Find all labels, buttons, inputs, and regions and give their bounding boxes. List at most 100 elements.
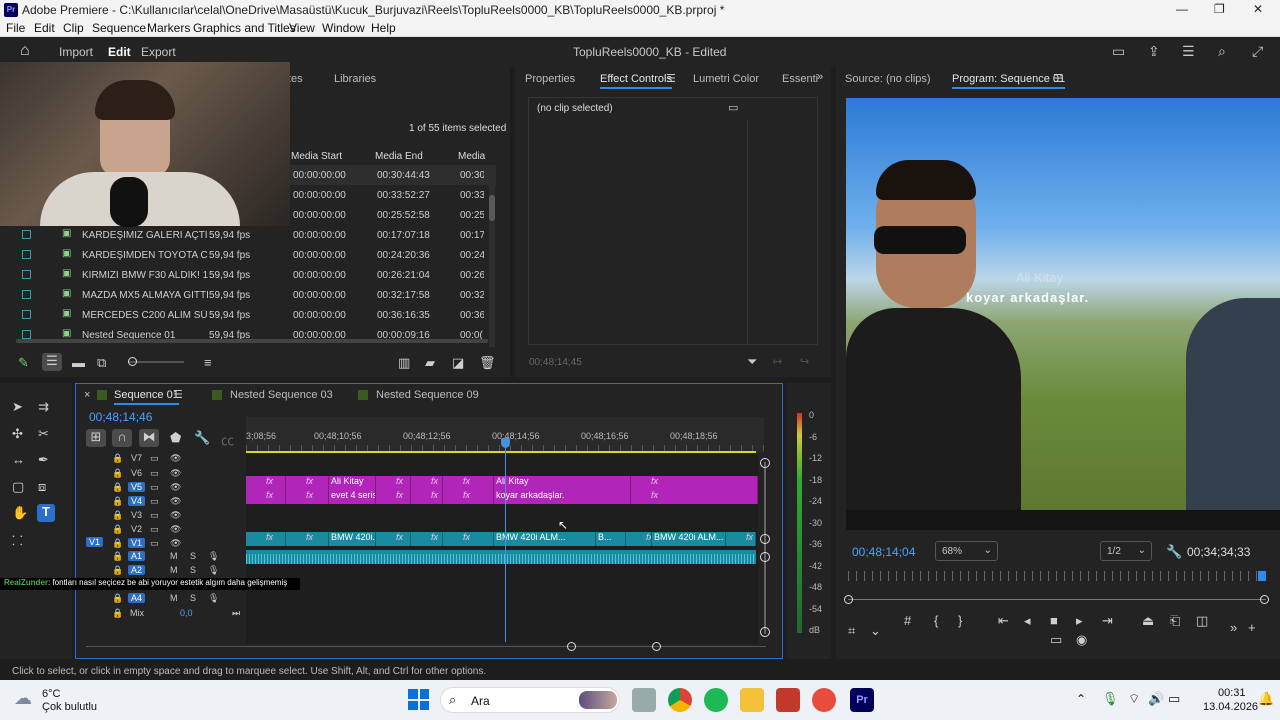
hscroll-handle-right[interactable]: [652, 642, 661, 651]
list-item[interactable]: ▣ MAZDA MX5 ALMAYA GİTTİ 59,94 fps 00:00:00…: [16, 285, 496, 305]
home-icon[interactable]: ⌂: [20, 42, 30, 60]
linked-selection-icon[interactable]: ⧓: [139, 429, 159, 447]
video-clip[interactable]: fx: [286, 476, 329, 490]
sort-icon[interactable]: ≡: [204, 355, 212, 370]
menu-file[interactable]: File: [6, 21, 25, 35]
timeline-timecode[interactable]: 00;48;14;46: [89, 410, 152, 424]
export-tab[interactable]: Export: [141, 45, 176, 59]
menu-window[interactable]: Window: [322, 21, 365, 35]
clock-time[interactable]: 00:31: [1218, 687, 1246, 699]
edit-tab[interactable]: Edit: [108, 45, 131, 59]
sync-lock-icon[interactable]: ▭: [150, 524, 159, 535]
microphone-icon[interactable]: 🎙: [208, 593, 219, 604]
video-clip[interactable]: koyar arkadaşlar.: [494, 490, 631, 504]
microphone-icon[interactable]: 🎙: [208, 551, 219, 562]
microphone-icon[interactable]: 🎙: [1102, 691, 1119, 707]
mark-in-icon[interactable]: {: [934, 613, 938, 628]
fullscreen-icon[interactable]: ⤢: [1252, 43, 1263, 60]
panel-toggle-icon[interactable]: ▭: [728, 101, 738, 114]
chrome-icon[interactable]: [668, 688, 692, 712]
eye-icon[interactable]: 👁: [170, 538, 181, 549]
share-icon[interactable]: ⇪: [1148, 43, 1160, 60]
pen-tool-icon[interactable]: ✒: [38, 452, 49, 468]
audio-track-header[interactable]: 🔒 A1 M S 🎙: [104, 550, 244, 564]
add-icon[interactable]: +: [1248, 620, 1256, 635]
snap-icon[interactable]: ∩: [112, 429, 132, 447]
track-select-icon[interactable]: ⇉: [38, 399, 49, 415]
program-ruler[interactable]: [848, 571, 1266, 581]
program-timecode[interactable]: 00;48;14;04: [852, 545, 915, 559]
export-frame-icon[interactable]: ▭: [1050, 632, 1062, 648]
extract-icon[interactable]: ⎗: [1170, 613, 1180, 629]
microphone-icon[interactable]: 🎙: [208, 565, 219, 576]
menu-clip[interactable]: Clip: [63, 21, 84, 35]
text-tool-icon[interactable]: T: [37, 504, 55, 522]
search-icon[interactable]: ⌕: [1218, 43, 1226, 60]
sequence-tab-menu-icon[interactable]: ☰: [173, 388, 183, 401]
tab-nested-sequence-03[interactable]: Nested Sequence 03: [230, 389, 333, 401]
tab-nested-sequence-09[interactable]: Nested Sequence 09: [376, 389, 479, 401]
video-clip[interactable]: fx: [246, 532, 286, 546]
close-button[interactable]: ✕: [1253, 2, 1263, 16]
tab-properties[interactable]: Properties: [525, 73, 575, 85]
button-editor-icon[interactable]: »: [1230, 620, 1237, 635]
sync-lock-icon[interactable]: ▭: [150, 496, 159, 507]
pencil-icon[interactable]: ✎: [18, 355, 29, 371]
step-forward-icon[interactable]: ▸: [1076, 613, 1083, 629]
lock-icon[interactable]: 🔒: [112, 551, 123, 562]
video-clip[interactable]: fx: [443, 490, 494, 504]
track-label[interactable]: A2: [128, 565, 146, 575]
project-hscrollbar[interactable]: [16, 339, 488, 343]
track-label[interactable]: V4: [128, 496, 146, 506]
tab-program[interactable]: Program: Sequence 01: [952, 73, 1066, 89]
zoom-slider[interactable]: [128, 357, 184, 366]
taskbar-search[interactable]: ⌕ Ara: [440, 687, 620, 713]
source-patch-v1[interactable]: V1: [86, 537, 104, 547]
audio-track-header[interactable]: 🔒 A2 M S 🎙: [104, 564, 244, 578]
mute-button[interactable]: M: [170, 565, 178, 575]
voicemeeter-icon[interactable]: [776, 688, 800, 712]
track-label[interactable]: A4: [128, 593, 146, 603]
eye-icon[interactable]: 👁: [170, 453, 181, 464]
battery-icon[interactable]: ▭: [1168, 691, 1180, 707]
timeline-vscroll[interactable]: [760, 458, 770, 637]
tab-source[interactable]: Source: (no clips): [845, 73, 931, 85]
tab-essential[interactable]: Essenti: [782, 73, 818, 85]
lift-icon[interactable]: ⏏: [1142, 613, 1154, 629]
menu-lines-icon[interactable]: ☰: [1182, 43, 1195, 60]
lock-icon[interactable]: 🔒: [112, 565, 123, 576]
video-clip[interactable]: fx: [411, 490, 443, 504]
mix-value[interactable]: 0,0: [180, 608, 193, 618]
quality-dropdown[interactable]: 1/2 ⌄: [1100, 541, 1152, 561]
export-frame-icon[interactable]: ↦: [773, 355, 782, 368]
freeform-view-icon[interactable]: ⧉: [97, 355, 106, 371]
remix-tool-icon[interactable]: ⸬: [12, 531, 23, 549]
track-label[interactable]: V6: [128, 468, 145, 478]
video-preview[interactable]: Ali Kitay koyar arkadaşlar.: [846, 98, 1280, 530]
tab-partial[interactable]: tes: [288, 73, 303, 85]
column-media-start[interactable]: Media Start: [291, 151, 342, 162]
new-item-icon[interactable]: ◪: [452, 355, 464, 371]
video-clip[interactable]: fx: [631, 476, 758, 490]
video-clip[interactable]: fx: [631, 490, 758, 504]
video-clip[interactable]: fx: [443, 476, 494, 490]
video-clip[interactable]: fx: [626, 532, 652, 546]
video-clip[interactable]: fx: [286, 532, 329, 546]
premiere-taskbar-icon[interactable]: Pr: [850, 688, 874, 712]
eye-icon[interactable]: 👁: [170, 510, 181, 521]
zoom-dropdown[interactable]: 68% ⌄: [935, 541, 998, 561]
list-item[interactable]: ▣ KARDEŞİMDEN TOYOTA CO 59,94 fps 00:00:00:…: [16, 245, 496, 265]
playhead-line[interactable]: [501, 438, 510, 642]
video-clip[interactable]: fx: [376, 490, 411, 504]
sync-lock-icon[interactable]: ▭: [150, 468, 159, 479]
clock-date[interactable]: 13.04.2026: [1203, 701, 1258, 713]
video-track-header[interactable]: 🔒 V7 ▭ 👁: [104, 452, 244, 466]
trash-icon[interactable]: 🗑: [479, 355, 496, 371]
sync-lock-icon[interactable]: ▭: [150, 510, 159, 521]
column-media-duration[interactable]: Media I: [458, 151, 488, 162]
video-clip[interactable]: fx: [411, 476, 443, 490]
sync-lock-icon[interactable]: ▭: [150, 538, 159, 549]
scrubber-end-handle[interactable]: [1260, 595, 1269, 604]
slip-tool-icon[interactable]: ↔: [12, 452, 25, 467]
rectangle-tool-icon[interactable]: ▢: [12, 479, 24, 495]
